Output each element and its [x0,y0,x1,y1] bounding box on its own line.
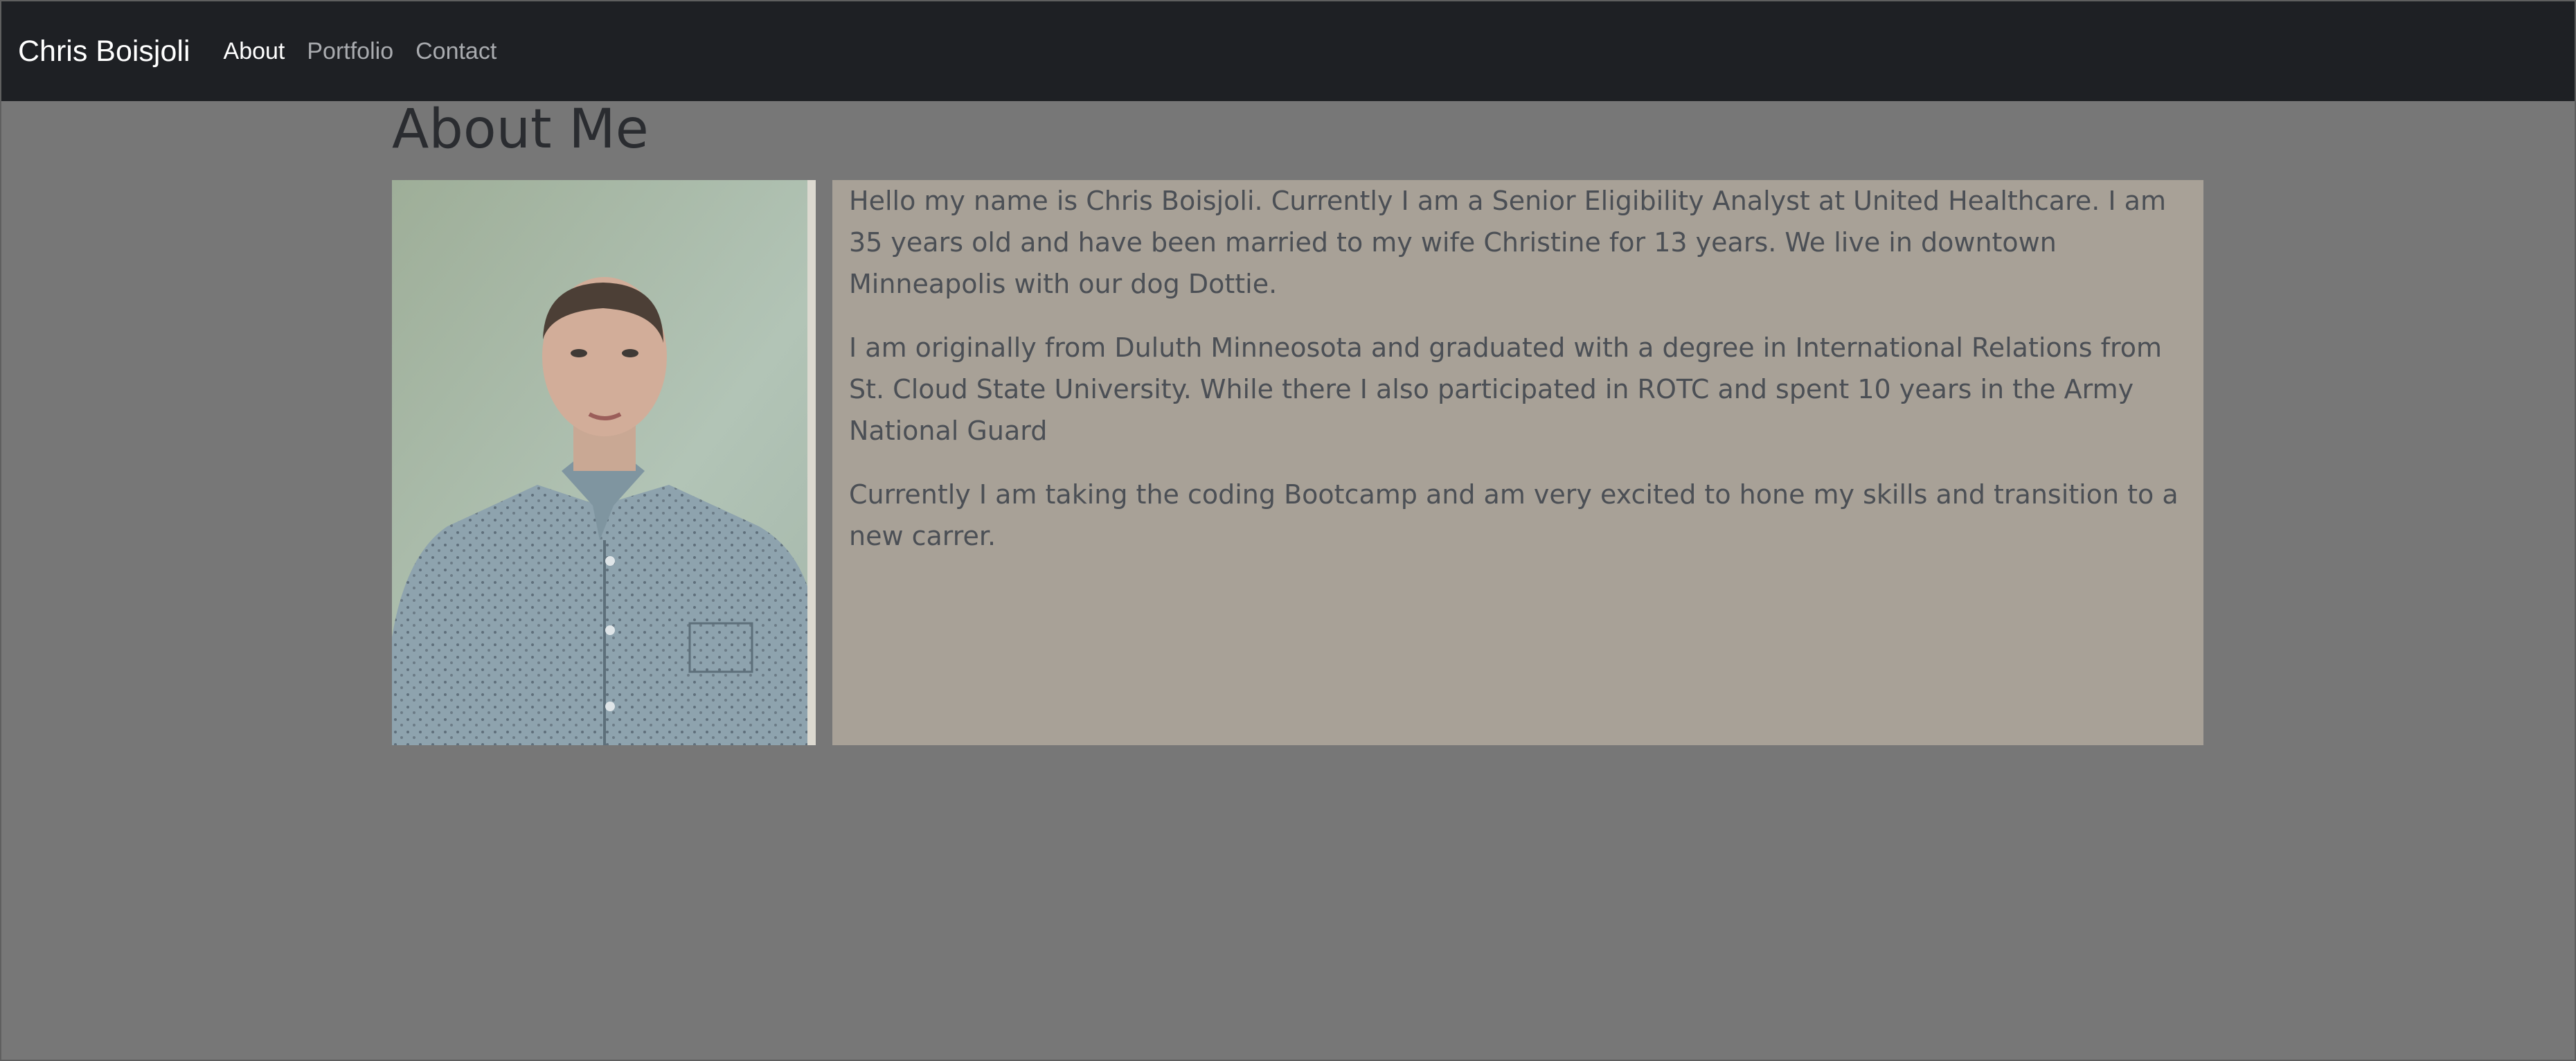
page-title: About Me [392,98,649,161]
bio-paragraph: Hello my name is Chris Boisjoli. Current… [849,186,2166,299]
bio-panel: Hello my name is Chris Boisjoli. Current… [832,180,2203,745]
nav-links: About Portfolio Contact [224,38,519,65]
bio-paragraph: I am originally from Duluth Minneosota a… [849,332,2163,446]
nav-link-contact[interactable]: Contact [415,38,497,64]
nav-item-about: About [224,38,307,65]
profile-photo-illustration [392,180,816,745]
bio-paragraph: Currently I am taking the coding Bootcam… [849,479,2179,551]
nav-link-portfolio[interactable]: Portfolio [307,38,393,64]
nav-item-portfolio: Portfolio [307,38,415,65]
top-navbar: Chris Boisjoli About Portfolio Contact [1,1,2575,101]
profile-photo [392,180,816,745]
brand-link[interactable]: Chris Boisjoli [18,35,190,69]
nav-link-about[interactable]: About [224,38,285,64]
nav-item-contact: Contact [415,38,519,65]
